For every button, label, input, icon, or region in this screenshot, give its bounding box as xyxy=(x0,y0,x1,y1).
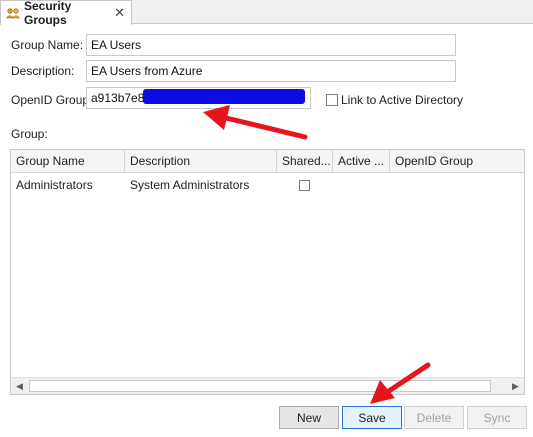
column-header-group-name[interactable]: Group Name xyxy=(11,150,125,173)
close-icon[interactable]: ✕ xyxy=(114,5,125,21)
description-field[interactable]: EA Users from Azure xyxy=(86,60,456,82)
group-section-label: Group: xyxy=(11,127,48,141)
link-active-directory-checkbox[interactable] xyxy=(326,94,338,106)
group-name-field[interactable]: EA Users xyxy=(86,34,456,56)
column-header-active[interactable]: Active ... xyxy=(333,150,390,173)
scroll-right-icon[interactable]: ▶ xyxy=(507,378,524,394)
scrollbar-thumb[interactable] xyxy=(29,380,491,392)
horizontal-scrollbar[interactable]: ◀ ▶ xyxy=(11,377,524,394)
column-header-openid-group[interactable]: OpenID Group xyxy=(390,150,524,173)
groups-grid[interactable]: Group Name Description Shared... Active … xyxy=(10,149,525,395)
sync-button[interactable]: Sync xyxy=(467,406,527,429)
openid-group-label: OpenID Group: xyxy=(11,93,93,107)
cell-shared-checkbox[interactable] xyxy=(299,180,310,191)
arrow-to-openid-icon xyxy=(203,105,308,140)
description-label: Description: xyxy=(11,64,75,78)
redaction-block xyxy=(143,89,305,104)
grid-header: Group Name Description Shared... Active … xyxy=(11,150,524,173)
link-active-directory-label[interactable]: Link to Active Directory xyxy=(341,93,463,107)
tab-strip: Security Groups ✕ xyxy=(0,0,533,27)
cell-group-name: Administrators xyxy=(16,178,93,192)
table-row[interactable]: Administrators System Administrators xyxy=(11,174,524,196)
save-button[interactable]: Save xyxy=(342,406,402,429)
cell-active xyxy=(333,174,390,196)
tab-security-groups[interactable]: Security Groups ✕ xyxy=(0,0,132,27)
cell-description: System Administrators xyxy=(130,178,250,192)
people-group-icon xyxy=(5,5,21,21)
scroll-left-icon[interactable]: ◀ xyxy=(11,378,28,394)
new-button[interactable]: New xyxy=(279,406,339,429)
group-name-label: Group Name: xyxy=(11,38,84,52)
column-header-description[interactable]: Description xyxy=(125,150,277,173)
delete-button[interactable]: Delete xyxy=(404,406,464,429)
tab-title: Security Groups xyxy=(24,0,72,27)
cell-openid-group xyxy=(390,174,524,196)
column-header-shared[interactable]: Shared... xyxy=(277,150,333,173)
